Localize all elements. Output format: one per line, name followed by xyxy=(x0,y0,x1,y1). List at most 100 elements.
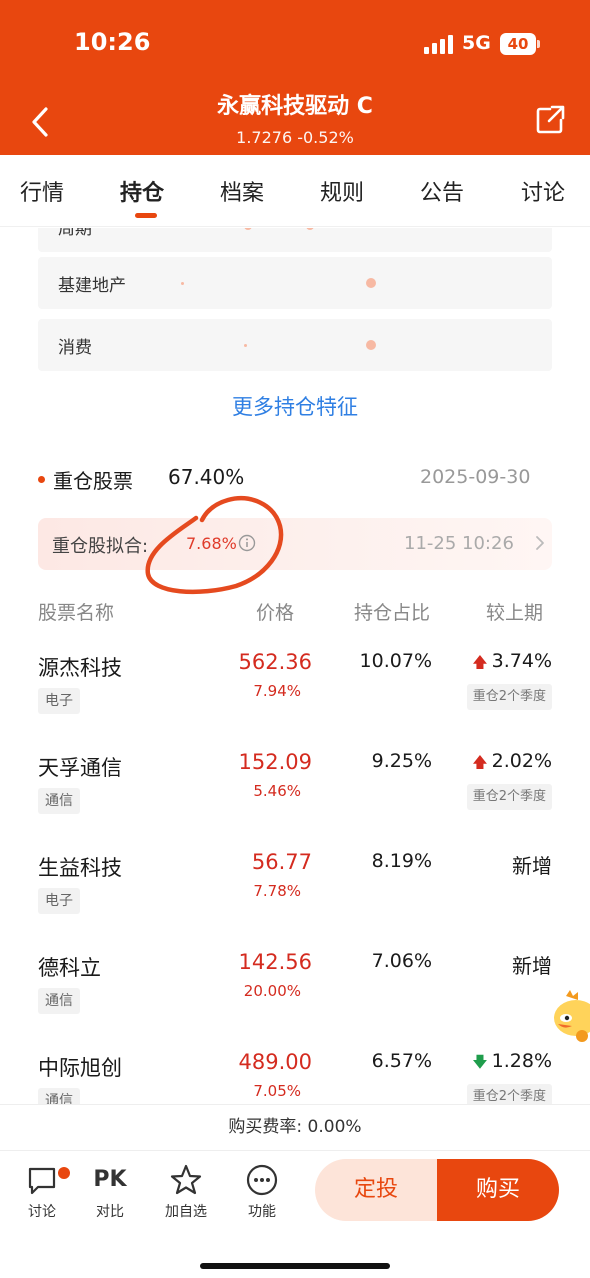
home-indicator xyxy=(200,1263,390,1269)
share-button[interactable] xyxy=(530,100,570,140)
signal-icon xyxy=(424,34,454,54)
col-header-weight: 持仓占比 xyxy=(354,602,431,624)
pk-icon: PK xyxy=(93,1167,127,1192)
feature-label: 基建地产 xyxy=(58,276,126,296)
feature-dot xyxy=(366,340,376,350)
battery-tip xyxy=(537,40,540,48)
feature-row-infrastructure: 基建地产 xyxy=(38,257,552,309)
vs-previous: 新增 xyxy=(512,854,552,878)
industry-tag: 通信 xyxy=(38,1088,80,1104)
fund-nav-change: 1.7276 -0.52% xyxy=(236,128,354,147)
tab-profile[interactable]: 档案 xyxy=(220,175,264,207)
chevron-right-icon xyxy=(536,536,544,550)
stock-price: 562.36 xyxy=(238,650,312,674)
tab-holdings[interactable]: 持仓 xyxy=(120,175,164,207)
stock-price: 56.77 xyxy=(251,850,312,874)
stock-change: 7.05% xyxy=(253,1082,301,1100)
mascot-icon[interactable] xyxy=(552,988,590,1044)
holding-weight: 10.07% xyxy=(359,650,432,672)
auto-invest-button[interactable]: 定投 xyxy=(315,1159,437,1221)
tab-bar: 行情 持仓 档案 规则 公告 讨论 xyxy=(0,155,590,227)
vs-previous: 🡅 3.74% xyxy=(472,650,552,672)
battery-icon: 40 xyxy=(500,33,536,55)
vs-previous: 🡅 2.02% xyxy=(472,750,552,772)
quarters-tag: 重仓2个季度 xyxy=(466,784,552,810)
tab-market[interactable]: 行情 xyxy=(20,175,64,207)
holding-row[interactable]: 中际旭创 通信 489.00 7.05% 6.57% 🡇 1.28% 重仓2个季度 xyxy=(0,1050,590,1104)
stock-name: 源杰科技 xyxy=(38,656,122,680)
vs-previous: 新增 xyxy=(512,954,552,978)
arrow-up-icon: 🡅 xyxy=(472,653,488,671)
buy-button[interactable]: 购买 xyxy=(437,1159,559,1221)
feature-dot xyxy=(181,282,184,285)
app-header: 10:26 5G 40 永赢科技驱动 C 1.7276 -0.52% xyxy=(0,0,590,155)
feature-dot xyxy=(244,228,252,230)
holdings-content: 周期 基建地产 消费 更多持仓特征 重仓股票 67.40% 2025-09-30… xyxy=(0,228,590,1104)
notification-dot xyxy=(58,1167,70,1179)
feature-label: 周期 xyxy=(58,228,92,239)
holding-row[interactable]: 源杰科技 电子 562.36 7.94% 10.07% 🡅 3.74% 重仓2个季… xyxy=(0,650,590,752)
industry-tag: 通信 xyxy=(38,788,80,814)
vs-previous: 🡇 1.28% xyxy=(472,1050,552,1072)
add-watchlist-button[interactable]: 加自选 xyxy=(156,1163,216,1221)
holding-row[interactable]: 生益科技 电子 56.77 7.78% 8.19% 新增 xyxy=(0,850,590,952)
fit-time: 11-25 10:26 xyxy=(404,533,514,554)
network-type: 5G xyxy=(462,32,491,54)
stock-price: 152.09 xyxy=(238,750,312,774)
stock-change: 5.46% xyxy=(253,782,301,800)
col-header-name: 股票名称 xyxy=(38,602,115,624)
stock-name: 德科立 xyxy=(38,956,101,980)
col-header-price: 价格 xyxy=(256,602,295,624)
arrow-down-icon: 🡇 xyxy=(472,1053,488,1071)
functions-label: 功能 xyxy=(248,1204,276,1220)
fit-label: 重仓股拟合: xyxy=(52,536,149,557)
stock-price: 489.00 xyxy=(238,1050,312,1074)
top-holdings-total: 67.40% xyxy=(168,465,245,489)
feature-row-consumption: 消费 xyxy=(38,319,552,371)
status-bar: 10:26 5G 40 xyxy=(0,0,590,88)
holding-row[interactable]: 德科立 通信 142.56 20.00% 7.06% 新增 xyxy=(0,950,590,1052)
industry-tag: 电子 xyxy=(38,688,80,714)
add-watchlist-label: 加自选 xyxy=(165,1204,207,1220)
col-header-change-vs-prev: 较上期 xyxy=(486,602,544,624)
bottom-action-bar: 讨论 PK 对比 加自选 功能 定投 购买 xyxy=(0,1150,590,1278)
top-holdings-title: 重仓股票 xyxy=(38,465,133,494)
discuss-button[interactable]: 讨论 xyxy=(12,1163,72,1221)
compare-label: 对比 xyxy=(96,1204,124,1220)
active-tab-indicator xyxy=(135,213,157,218)
report-date: 2025-09-30 xyxy=(420,466,531,488)
more-features-link[interactable]: 更多持仓特征 xyxy=(0,391,590,421)
stock-change: 7.94% xyxy=(253,682,301,700)
compare-button[interactable]: PK 对比 xyxy=(80,1163,140,1221)
holding-weight: 9.25% xyxy=(371,750,432,772)
industry-tag: 电子 xyxy=(38,888,80,914)
industry-tag: 通信 xyxy=(38,988,80,1014)
tab-discussion[interactable]: 讨论 xyxy=(521,175,565,207)
holding-row[interactable]: 天孚通信 通信 152.09 5.46% 9.25% 🡅 2.02% 重仓2个季度 xyxy=(0,750,590,852)
stock-name: 生益科技 xyxy=(38,856,122,880)
bullet-dot xyxy=(38,476,45,483)
purchase-fee: 购买费率: 0.00% xyxy=(0,1104,590,1150)
arrow-up-icon: 🡅 xyxy=(472,753,488,771)
stock-name: 中际旭创 xyxy=(38,1056,122,1080)
hand-drawn-circle xyxy=(145,496,284,595)
share-icon xyxy=(536,105,565,134)
star-icon xyxy=(170,1164,202,1195)
tab-rules[interactable]: 规则 xyxy=(320,175,364,207)
stock-change: 7.78% xyxy=(253,882,301,900)
tab-announcements[interactable]: 公告 xyxy=(420,175,464,207)
holding-weight: 8.19% xyxy=(371,850,432,872)
status-time: 10:26 xyxy=(74,28,151,56)
fund-title: 永赢科技驱动 C xyxy=(217,94,373,119)
discuss-label: 讨论 xyxy=(28,1204,56,1220)
feature-row-cycle: 周期 xyxy=(38,228,552,252)
stock-name: 天孚通信 xyxy=(38,756,122,780)
functions-button[interactable]: 功能 xyxy=(232,1163,292,1221)
stock-price: 142.56 xyxy=(238,950,312,974)
holding-weight: 6.57% xyxy=(371,1050,432,1072)
holding-weight: 7.06% xyxy=(371,950,432,972)
more-dots-icon xyxy=(246,1164,278,1196)
holdings-fit-banner[interactable]: 重仓股拟合: 7.68% 11-25 10:26 xyxy=(38,518,552,570)
feature-label: 消费 xyxy=(58,338,92,358)
stock-change: 20.00% xyxy=(243,982,301,1000)
